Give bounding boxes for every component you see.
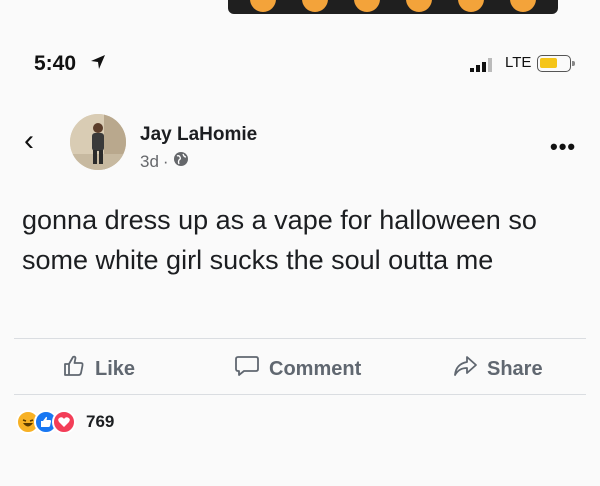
cellular-signal-icon <box>470 58 496 77</box>
post-age[interactable]: 3d <box>140 152 159 172</box>
avatar[interactable] <box>70 114 126 170</box>
post-actions-bar: Like Comment Share <box>0 346 600 390</box>
love-reaction-icon <box>52 410 76 434</box>
post-meta: 3d · <box>140 151 189 172</box>
author-name[interactable]: Jay LaHomie <box>140 124 257 146</box>
network-type-label: LTE <box>505 54 532 71</box>
back-chevron-icon[interactable]: ‹ <box>24 126 34 156</box>
reaction-summary[interactable]: 769 <box>16 410 114 434</box>
more-options-icon[interactable]: ••• <box>550 134 576 160</box>
meta-separator: · <box>162 151 169 171</box>
clock-time: 5:40 <box>34 52 77 75</box>
share-arrow-icon <box>452 354 478 384</box>
location-arrow-icon <box>90 54 106 75</box>
comment-button[interactable]: Comment <box>234 354 361 384</box>
top-image-banner <box>228 0 558 14</box>
thumbs-up-icon <box>62 354 86 384</box>
comment-label: Comment <box>269 357 362 380</box>
post-header: ‹ Jay LaHomie 3d · ••• <box>0 110 600 180</box>
share-label: Share <box>487 357 543 380</box>
post-body-text: gonna dress up as a vape for halloween s… <box>22 205 537 275</box>
status-bar: 5:40 LTE <box>0 46 600 80</box>
public-globe-icon <box>173 151 189 172</box>
reaction-count: 769 <box>86 412 115 431</box>
share-button[interactable]: Share <box>452 354 543 384</box>
like-button[interactable]: Like <box>62 354 135 384</box>
divider <box>14 394 586 395</box>
comment-bubble-icon <box>234 354 260 384</box>
like-label: Like <box>95 357 136 380</box>
battery-icon <box>537 55 575 72</box>
divider <box>14 338 586 339</box>
